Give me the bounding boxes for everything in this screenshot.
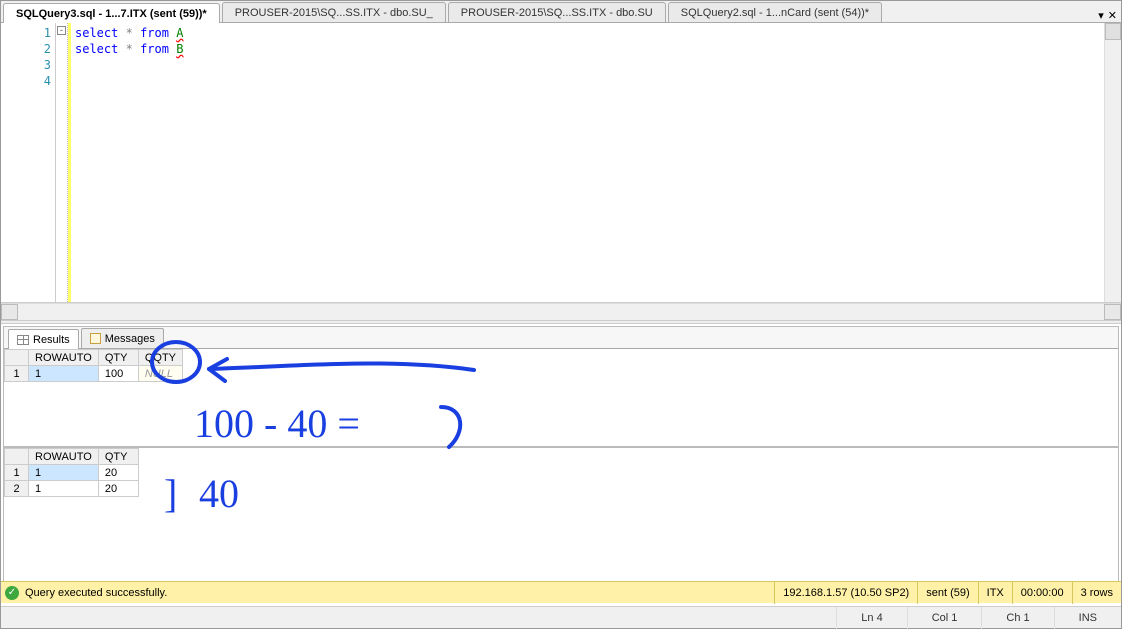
keyword: select [75,42,118,56]
grid-header-row: ROWAUTO QTY QQTY [5,350,183,366]
close-icon[interactable]: ✕ [1108,9,1117,22]
horizontal-splitter[interactable] [1,320,1121,324]
row-header-blank [5,449,29,465]
status-col: Col 1 [907,607,982,629]
grid-icon [17,335,29,345]
col-header[interactable]: QQTY [138,350,182,366]
col-header[interactable]: ROWAUTO [29,350,99,366]
tab-sqlquery2[interactable]: SQLQuery2.sql - 1...nCard (sent (54))* [668,2,882,22]
horizontal-scrollbar[interactable] [1,303,1121,320]
sql-editor: 1 2 3 4 - select * from A select * from … [1,23,1121,303]
editor-status-bar: Ln 4 Col 1 Ch 1 INS [1,606,1121,628]
result-grid-2: ROWAUTO QTY 1 1 20 2 1 20 [4,447,1118,589]
status-line: Ln 4 [836,607,906,629]
status-db: ITX [978,582,1012,604]
grid-row[interactable]: 1 1 20 [5,465,139,481]
result-grid-1: ROWAUTO QTY QQTY 1 1 100 NULL [4,349,1118,447]
tab-results[interactable]: Results [8,329,79,349]
status-ch: Ch 1 [981,607,1053,629]
vertical-scrollbar[interactable] [1104,23,1121,302]
cell[interactable]: 20 [98,481,138,497]
scroll-right-icon[interactable] [1104,304,1121,320]
grid-table[interactable]: ROWAUTO QTY QQTY 1 1 100 NULL [4,349,183,382]
operator: * [126,26,133,40]
tab-prouser-su[interactable]: PROUSER-2015\SQ...SS.ITX - dbo.SU [448,2,666,22]
line-number: 2 [1,41,51,57]
status-insert-mode: INS [1054,607,1121,629]
scroll-left-icon[interactable] [1,304,18,320]
row-number: 1 [5,465,29,481]
cell[interactable]: 1 [29,465,99,481]
col-header[interactable]: ROWAUTO [29,449,99,465]
code-area[interactable]: select * from A select * from B [71,23,1104,302]
line-number-gutter: 1 2 3 4 [1,23,56,302]
status-message: Query executed successfully. [25,587,167,599]
cell[interactable]: 1 [29,481,99,497]
cell[interactable]: 100 [98,366,138,382]
tab-label: Results [33,330,70,350]
status-time: 00:00:00 [1012,582,1072,604]
row-number: 2 [5,481,29,497]
col-header[interactable]: QTY [98,449,138,465]
status-rowcount: 3 rows [1072,582,1121,604]
tab-label: Messages [105,329,155,349]
results-pane: Results Messages ROWAUTO QTY QQTY 1 1 10… [3,326,1119,592]
tab-prouser-su-underscore[interactable]: PROUSER-2015\SQ...SS.ITX - dbo.SU_ [222,2,446,22]
cell-null[interactable]: NULL [138,366,182,382]
status-user: sent (59) [917,582,977,604]
success-icon: ✓ [5,586,19,600]
messages-icon [90,333,101,344]
row-number: 1 [5,366,29,382]
cell[interactable]: 20 [98,465,138,481]
col-header[interactable]: QTY [98,350,138,366]
document-tabstrip: SQLQuery3.sql - 1...7.ITX (sent (59))* P… [1,1,1121,23]
grid-header-row: ROWAUTO QTY [5,449,139,465]
grid-row[interactable]: 2 1 20 [5,481,139,497]
identifier: A [176,26,183,40]
tab-messages[interactable]: Messages [81,328,164,348]
status-server: 192.168.1.57 (10.50 SP2) [774,582,917,604]
keyword: from [140,42,169,56]
keyword: from [140,26,169,40]
keyword: select [75,26,118,40]
tab-sqlquery3[interactable]: SQLQuery3.sql - 1...7.ITX (sent (59))* [3,3,220,23]
query-status-bar: ✓ Query executed successfully. 192.168.1… [1,581,1121,603]
tab-overflow-icon[interactable]: ▾ [1098,9,1104,22]
operator: * [126,42,133,56]
line-number: 1 [1,25,51,41]
line-number: 3 [1,57,51,73]
grid-table[interactable]: ROWAUTO QTY 1 1 20 2 1 20 [4,448,139,497]
scrollbar-thumb[interactable] [1105,23,1121,40]
row-header-blank [5,350,29,366]
cell[interactable]: 1 [29,366,99,382]
grid-row[interactable]: 1 1 100 NULL [5,366,183,382]
results-tabstrip: Results Messages [4,327,1118,349]
scroll-track[interactable] [18,304,1104,320]
code-fold-gutter: - [56,23,68,302]
identifier: B [176,42,183,56]
line-number: 4 [1,73,51,89]
fold-toggle-icon[interactable]: - [57,26,66,35]
